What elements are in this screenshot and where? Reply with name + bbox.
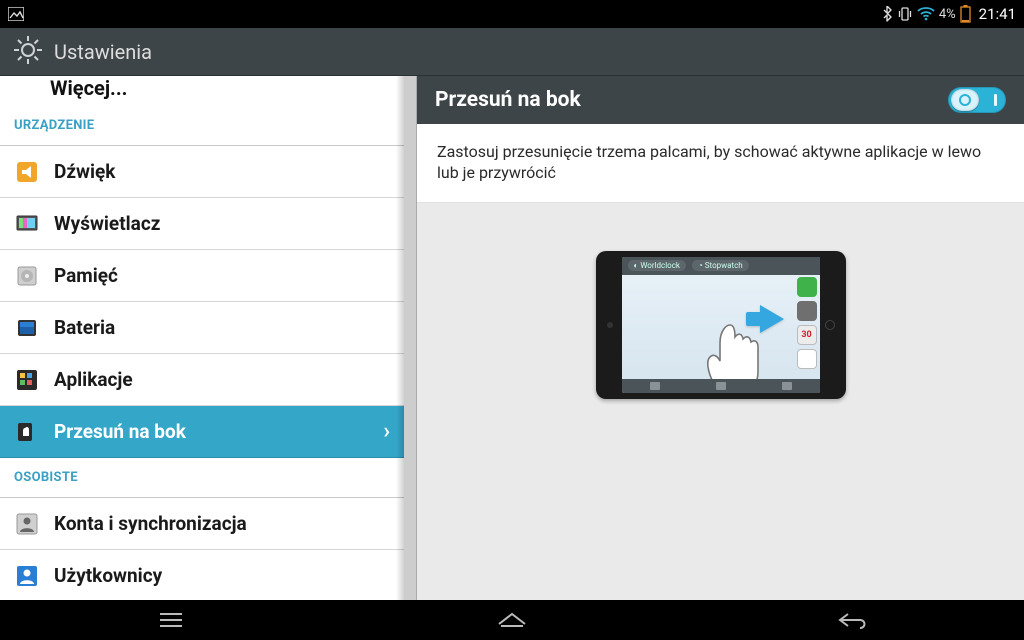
section-header-device: URZĄDZENIE <box>0 106 404 146</box>
nav-back-button[interactable] <box>798 600 908 640</box>
slide-aside-icon <box>14 419 40 445</box>
sidebar-item-label: Konta i synchronizacja <box>54 512 247 535</box>
slide-aside-toggle[interactable] <box>948 87 1006 113</box>
sound-icon <box>14 159 40 185</box>
battery-percent: 4% <box>939 7 956 22</box>
clock: 21:41 <box>979 5 1016 23</box>
main-area: Więcej... URZĄDZENIE Dźwięk Wyświetlacz … <box>0 76 1024 600</box>
tablet-illustration: ◐ Worldclock◔ Stopwatch 30 <box>596 251 846 399</box>
detail-description: Zastosuj przesunięcie trzema palcami, by… <box>417 124 1024 203</box>
display-icon <box>14 211 40 237</box>
nav-home-button[interactable] <box>457 600 567 640</box>
sidebar-item-apps[interactable]: Aplikacje <box>0 354 404 406</box>
sidebar-item-label: Bateria <box>54 316 115 339</box>
sidebar-item-slide-aside[interactable]: Przesuń na bok › <box>0 406 404 458</box>
app-title: Ustawienia <box>54 40 152 64</box>
sidebar-item-label: Użytkownicy <box>54 564 162 587</box>
detail-header: Przesuń na bok <box>417 76 1024 124</box>
navigation-bar <box>0 600 1024 640</box>
battery-icon <box>960 5 971 23</box>
detail-pane: Przesuń na bok Zastosuj przesunięcie trz… <box>416 76 1024 600</box>
sidebar-item-label: Dźwięk <box>54 160 115 183</box>
bluetooth-icon <box>881 6 893 22</box>
settings-gear-icon <box>12 34 44 70</box>
sidebar-item-battery[interactable]: Bateria <box>0 302 404 354</box>
wifi-icon <box>917 7 935 21</box>
app-header: Ustawienia <box>0 28 1024 76</box>
apps-icon <box>14 367 40 393</box>
sidebar-item-users[interactable]: Użytkownicy <box>0 550 404 600</box>
sidebar-item-label: Pamięć <box>54 264 118 287</box>
storage-icon <box>14 263 40 289</box>
status-bar: 4% 21:41 <box>0 0 1024 28</box>
users-icon <box>14 563 40 589</box>
sidebar-item-more[interactable]: Więcej... <box>0 76 404 106</box>
battery-icon <box>14 315 40 341</box>
accounts-icon <box>14 511 40 537</box>
sidebar-item-sound[interactable]: Dźwięk <box>0 146 404 198</box>
section-header-personal: OSOBISTE <box>0 458 404 498</box>
sidebar-item-display[interactable]: Wyświetlacz <box>0 198 404 250</box>
settings-list[interactable]: Więcej... URZĄDZENIE Dźwięk Wyświetlacz … <box>0 76 404 600</box>
sidebar-item-label: Aplikacje <box>54 368 133 391</box>
sidebar-item-label: Wyświetlacz <box>54 212 160 235</box>
chevron-right-icon: › <box>383 419 390 444</box>
nav-recent-button[interactable] <box>116 600 226 640</box>
detail-title: Przesuń na bok <box>435 88 581 112</box>
sidebar-item-accounts-sync[interactable]: Konta i synchronizacja <box>0 498 404 550</box>
illustration-area: ◐ Worldclock◔ Stopwatch 30 <box>417 203 1024 600</box>
image-icon <box>8 7 24 21</box>
sidebar-item-storage[interactable]: Pamięć <box>0 250 404 302</box>
sidebar-item-label: Przesuń na bok <box>54 420 186 443</box>
vibrate-icon <box>897 6 913 22</box>
